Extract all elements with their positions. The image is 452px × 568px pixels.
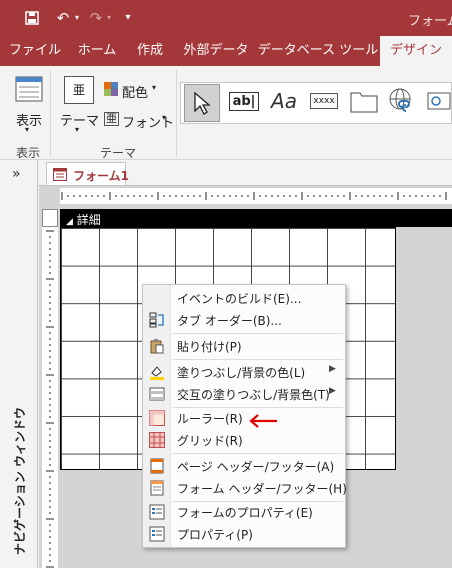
menu-item-label: グリッド(R): [177, 434, 243, 448]
web-browser-control-icon[interactable]: [426, 86, 452, 116]
menu-item-label: フォーム ヘッダー/フッター(H): [177, 482, 347, 496]
tab-order-icon: [149, 312, 164, 328]
collapse-arrow-icon: ◢: [66, 217, 73, 227]
font-button-label: フォント: [122, 116, 175, 131]
red-arrow-annotation: [249, 414, 277, 428]
menu-item-label: 貼り付け(P): [177, 340, 242, 354]
detail-section-bar[interactable]: ◢ 詳細: [60, 209, 452, 227]
vertical-ruler[interactable]: [42, 227, 58, 568]
color-scheme-icon: [104, 82, 118, 96]
redo-icon: ↷: [89, 8, 103, 27]
color-button[interactable]: 配色 ▾: [104, 80, 162, 101]
nav-pane-title[interactable]: ナビゲーション ウィンドウ: [11, 407, 28, 555]
menu-item-label: タブ オーダー(B)...: [177, 314, 282, 328]
paste-icon: [150, 339, 164, 354]
detail-section-label: ◢ 詳細: [66, 211, 101, 228]
tab-control-icon[interactable]: [346, 86, 382, 116]
chevron-down-icon: ▾: [25, 125, 30, 134]
menu-item-label: 交互の塗りつぶし/背景色(T): [177, 388, 330, 402]
menu-item-form-properties[interactable]: フォームのプロパティ(E): [143, 501, 345, 523]
chevron-down-icon: ▾: [162, 113, 167, 122]
textbox-control-label: ab|: [228, 91, 260, 111]
detail-section-text: 詳細: [76, 213, 101, 227]
tab-external-data[interactable]: 外部データ: [176, 36, 256, 66]
button-control-icon[interactable]: xxxx: [306, 86, 342, 116]
submenu-arrow-icon: ▶: [329, 386, 336, 396]
fill-color-icon: [150, 366, 164, 380]
group-divider: [176, 70, 177, 156]
undo-icon[interactable]: ↶: [52, 8, 74, 28]
view-group-label: 表示: [16, 146, 41, 160]
menu-item-label: 塗りつぶし/背景の色(L): [177, 366, 306, 380]
menu-item-label: ページ ヘッダー/フッター(A): [177, 460, 335, 474]
hyperlink-control-icon[interactable]: [384, 86, 420, 116]
menu-item-form-header-footer[interactable]: フォーム ヘッダー/フッター(H): [143, 477, 347, 499]
group-divider: [50, 70, 51, 156]
view-button[interactable]: 表示 ▾: [6, 70, 52, 136]
undo-dropdown-icon[interactable]: ▾: [72, 8, 82, 28]
color-button-label: 配色: [122, 86, 149, 101]
menu-item-fill-color[interactable]: 塗りつぶし/背景の色(L) ▶: [143, 361, 345, 383]
menu-item-page-header-footer[interactable]: ページ ヘッダー/フッター(A): [143, 455, 345, 477]
button-control-label: xxxx: [310, 93, 338, 109]
form-icon: [53, 168, 67, 181]
theme-button[interactable]: 亜 テーマ ▾: [60, 70, 100, 136]
form-selector[interactable]: [42, 209, 58, 227]
form-header-icon: [150, 480, 164, 496]
ribbon: 表示 ▾ 表示 亜 テーマ ▾ 配色 ▾ 亜 フォント ▾ テーマ ab| Aa…: [0, 66, 452, 160]
customize-qat-icon[interactable]: ▾: [120, 8, 136, 28]
tab-design[interactable]: デザイン: [380, 36, 452, 66]
context-menu: イベントのビルド(E)... タブ オーダー(B)... 貼り付け(P) 塗りつ…: [142, 284, 347, 548]
font-button[interactable]: 亜 フォント ▾: [104, 110, 174, 131]
menu-item-alternate-fill[interactable]: 交互の塗りつぶし/背景色(T) ▶: [143, 383, 345, 405]
label-control-icon[interactable]: Aa: [266, 86, 302, 116]
quick-access-toolbar: ↶ ▾ ↷ ▾ ▾ フォーム ｺ: [0, 0, 452, 36]
chevron-down-icon: ▾: [152, 83, 157, 92]
view-icon: [15, 76, 43, 102]
properties-icon: [149, 526, 165, 542]
redo-dropdown-icon: ▾: [106, 13, 111, 22]
menu-item-grid[interactable]: グリッド(R): [143, 429, 345, 451]
ribbon-tab-bar: ファイル ホーム 作成 外部データ データベース ツール デザイン: [0, 36, 452, 66]
alternate-fill-icon: [149, 387, 165, 401]
tab-file[interactable]: ファイル: [0, 36, 70, 66]
form-properties-icon: [149, 504, 165, 520]
window-title: フォーム ｺ: [408, 14, 452, 29]
menu-item-label: イベントのビルド(E)...: [177, 292, 302, 306]
font-icon: 亜: [104, 112, 119, 126]
select-pointer-icon[interactable]: [184, 84, 220, 122]
tab-create[interactable]: 作成: [124, 36, 176, 66]
menu-item-paste[interactable]: 貼り付け(P): [143, 335, 345, 357]
grid-icon: [149, 432, 165, 448]
menu-item-tab-order[interactable]: タブ オーダー(B)...: [143, 309, 345, 331]
menu-item-label: プロパティ(P): [177, 528, 253, 542]
theme-group-label: テーマ: [100, 146, 137, 160]
menu-item-properties[interactable]: プロパティ(P): [143, 523, 345, 545]
horizontal-ruler[interactable]: [60, 188, 452, 204]
theme-icon: 亜: [64, 76, 94, 104]
menu-separator: [173, 333, 343, 334]
textbox-control-icon[interactable]: ab|: [226, 86, 262, 116]
navigation-pane[interactable]: » ナビゲーション ウィンドウ: [0, 160, 38, 568]
menu-item-label: ルーラー(R): [177, 412, 243, 426]
tab-database-tools[interactable]: データベース ツール: [256, 36, 380, 66]
menu-item-label: フォームのプロパティ(E): [177, 506, 313, 520]
menu-separator: [173, 453, 343, 454]
document-tab[interactable]: フォーム1: [46, 162, 129, 186]
page-header-icon: [150, 458, 164, 474]
tab-home[interactable]: ホーム: [70, 36, 124, 66]
menu-separator: [173, 359, 343, 360]
nav-pane-toggle-icon[interactable]: »: [12, 166, 21, 182]
menu-item-ruler[interactable]: ルーラー(R): [143, 407, 345, 429]
menu-item-build-event[interactable]: イベントのビルド(E)...: [143, 287, 345, 309]
ruler-icon: [149, 410, 165, 426]
document-tab-label: フォーム1: [73, 169, 129, 183]
save-icon[interactable]: [22, 8, 42, 28]
chevron-down-icon: ▾: [75, 125, 80, 134]
theme-button-label: テーマ: [60, 114, 100, 129]
submenu-arrow-icon: ▶: [329, 364, 336, 374]
